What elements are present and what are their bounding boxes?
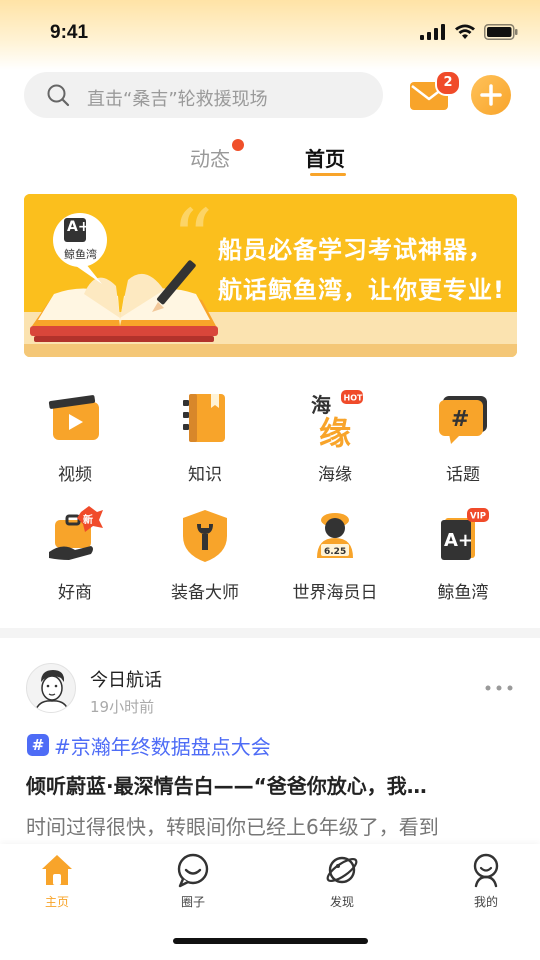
active-tab-indicator (310, 173, 346, 176)
banner-logo-text: 鲸鱼湾 (64, 248, 97, 261)
nav-item-discover[interactable]: 发现 (302, 852, 382, 910)
status-bar: 9:41 (0, 0, 540, 66)
seafarer-day-date: 6.25 (324, 547, 346, 557)
avatar[interactable] (26, 663, 76, 713)
home-icon (42, 855, 72, 885)
tab-dongtai[interactable]: 动态 (190, 143, 230, 172)
shop-new-badge: 新 (83, 513, 93, 526)
battery-icon (484, 24, 518, 40)
grid-item-jingyuwan[interactable]: A+ VIP 鲸鱼湾 (398, 506, 528, 603)
topic-icon: # (439, 396, 487, 444)
jingyuwan-icon: A+ VIP (441, 508, 489, 560)
grid-item-video[interactable]: 视频 (10, 388, 140, 485)
promo-banner[interactable]: “ A+ 鲸鱼湾 船员必备学习考试神器， 航话鲸鱼湾，让你更专业! (24, 194, 517, 357)
banner-headline-2: 航话鲸鱼湾，让你更专业! (218, 276, 505, 304)
grid-item-seafarer-day[interactable]: 6.25 世界海员日 (270, 506, 400, 603)
planet-icon (326, 856, 358, 884)
grid-label: 海缘 (318, 465, 352, 485)
add-button[interactable] (471, 75, 511, 115)
grid-item-topic[interactable]: # 话题 (398, 388, 528, 485)
post-author[interactable]: 今日航话 (90, 666, 162, 692)
search-icon (47, 84, 70, 107)
nav-label: 我的 (473, 895, 498, 909)
jingyuwan-grade: A+ (444, 530, 473, 551)
grid-label: 鲸鱼湾 (437, 583, 489, 603)
svg-text:“: “ (172, 194, 213, 285)
grid-item-haiyuan[interactable]: 海 缘 HOT 海缘 (270, 388, 400, 485)
haiyuan-glyph-bottom: 缘 (319, 414, 351, 448)
grid-label: 装备大师 (171, 583, 239, 603)
avatar-portrait-icon (34, 670, 70, 712)
status-icons (420, 24, 518, 40)
nav-label: 主页 (44, 895, 69, 909)
topic-hash-icon: # (27, 734, 49, 756)
wrench-shield-icon (183, 510, 227, 562)
signal-icon (420, 24, 445, 40)
mail-badge: 2 (435, 70, 461, 96)
post-time: 19小时前 (90, 698, 155, 716)
shop-icon: 新 (49, 506, 103, 560)
status-time: 9:41 (50, 22, 89, 43)
jingyuwan-vip-badge: VIP (470, 512, 486, 522)
grid-label: 话题 (446, 465, 480, 485)
grid-label: 好商 (58, 583, 92, 603)
nav-label: 圈子 (180, 895, 205, 909)
home-indicator (173, 938, 368, 944)
plus-icon (480, 84, 502, 106)
search-bar[interactable]: 直击“桑吉”轮救援现场 (24, 72, 383, 118)
haiyuan-hot-badge: HOT (344, 394, 363, 403)
svg-text:#: # (451, 407, 469, 432)
video-icon (48, 395, 99, 440)
banner-headline-1: 船员必备学习考试神器， (218, 236, 493, 264)
sailor-icon: 6.25 (317, 513, 353, 558)
post-topic-link[interactable]: #京瀚年终数据盘点大会 (54, 731, 271, 760)
nav-item-circle[interactable]: 圈子 (153, 852, 233, 910)
profile-icon (473, 853, 499, 888)
grid-item-shop[interactable]: 新 好商 (10, 506, 140, 603)
grid-item-equipment[interactable]: 装备大师 (140, 506, 270, 603)
search-placeholder: 直击“桑吉”轮救援现场 (87, 89, 268, 110)
tab-shouye[interactable]: 首页 (305, 143, 345, 172)
post-title[interactable]: 倾听蔚蓝·最深情告白——“爸爸你放心，我… (26, 770, 496, 799)
nav-item-home[interactable]: 主页 (17, 852, 97, 910)
tab-notification-dot (232, 139, 244, 151)
grid-label: 知识 (188, 465, 222, 485)
circle-chat-icon (177, 853, 209, 888)
nav-label: 发现 (329, 895, 354, 909)
grid-label: 世界海员日 (292, 583, 378, 603)
grid-item-knowledge[interactable]: 知识 (140, 388, 270, 485)
wifi-icon (455, 24, 475, 39)
post-excerpt[interactable]: 时间过得很快，转眼间你已经上6年级了，看到 (26, 811, 516, 840)
haiyuan-icon: 海 缘 HOT (311, 390, 363, 448)
nav-item-profile[interactable]: 我的 (446, 852, 526, 910)
more-options-icon[interactable] (484, 683, 514, 693)
grid-label: 视频 (58, 465, 92, 485)
banner-logo-grade: A+ (67, 219, 90, 235)
section-divider (0, 628, 540, 638)
book-icon (183, 394, 225, 442)
